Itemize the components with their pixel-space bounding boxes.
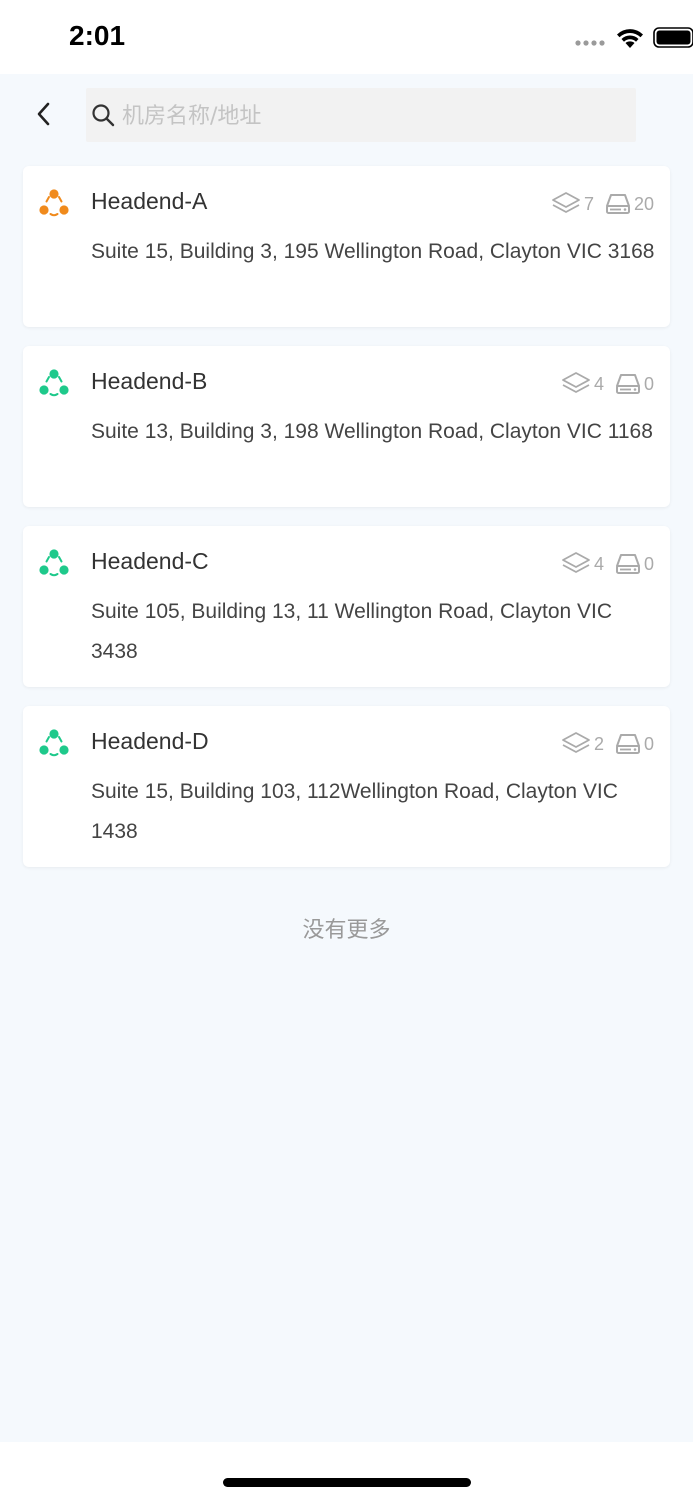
device-icon (615, 554, 640, 574)
network-status-icon (39, 189, 69, 217)
network-status-icon (39, 729, 69, 757)
layers-icon (552, 192, 580, 213)
device-icon (615, 734, 640, 754)
status-time: 2:01 (69, 20, 126, 51)
headend-address: Suite 15, Building 3, 195 Wellington Roa… (91, 240, 655, 263)
headend-stats: 2 0 (550, 728, 654, 760)
layers-count: 4 (593, 553, 604, 574)
status-bar: 2:01 (0, 0, 693, 74)
devices-stat: 0 (614, 732, 654, 756)
headend-card-d[interactable]: Headend-D 2 0 Suite 15, Building 103, 11 (23, 706, 670, 867)
devices-stat: 20 (604, 192, 654, 216)
headend-card-a[interactable]: Headend-A 7 20 Suite 15, Building 3, 195 (23, 166, 670, 327)
layers-icon (562, 552, 590, 573)
headend-address: Suite 105, Building 13, 11 Wellington Ro… (91, 600, 613, 663)
devices-count: 0 (643, 373, 654, 394)
back-button[interactable] (26, 96, 62, 132)
layers-stat: 2 (560, 730, 604, 758)
headend-stats: 4 0 (550, 548, 654, 580)
layers-count: 4 (593, 373, 604, 394)
device-icon (605, 194, 630, 214)
layers-count: 7 (583, 193, 594, 214)
network-status-icon (39, 369, 69, 397)
headend-name: Headend-C (91, 548, 209, 574)
devices-count: 0 (643, 733, 654, 754)
headend-name: Headend-B (91, 368, 208, 394)
headend-card-b[interactable]: Headend-B 4 0 Suite 13, Building 3, 198 (23, 346, 670, 507)
headend-address: Suite 13, Building 3, 198 Wellington Roa… (91, 420, 653, 443)
signal-dots-icon (575, 40, 605, 46)
battery-icon (653, 27, 693, 48)
search-icon (92, 104, 115, 127)
layers-stat: 7 (550, 190, 594, 218)
headend-address: Suite 15, Building 103, 112Wellington Ro… (91, 780, 618, 843)
device-icon (615, 374, 640, 394)
headend-stats: 7 20 (540, 188, 654, 220)
network-status-icon (39, 549, 69, 577)
no-more-label: 没有更多 (302, 918, 391, 943)
devices-count: 0 (643, 553, 654, 574)
devices-stat: 0 (614, 372, 654, 396)
devices-stat: 0 (614, 552, 654, 576)
headend-name: Headend-D (91, 728, 209, 754)
search-input[interactable] (120, 88, 624, 144)
home-indicator-area (0, 1442, 693, 1500)
headend-name: Headend-A (91, 188, 208, 214)
layers-icon (562, 732, 590, 753)
headend-stats: 4 0 (550, 368, 654, 400)
layers-stat: 4 (560, 550, 604, 578)
headend-list: Headend-A 7 20 Suite 15, Building 3, 195 (23, 166, 670, 886)
layers-icon (562, 372, 590, 393)
devices-count: 20 (633, 193, 654, 214)
layers-count: 2 (593, 733, 604, 754)
wifi-icon (617, 29, 643, 48)
headend-card-c[interactable]: Headend-C 4 0 Suite 105, Building 13, 11 (23, 526, 670, 687)
chevron-left-icon (37, 102, 50, 126)
home-indicator[interactable] (223, 1478, 471, 1487)
header (0, 74, 693, 154)
layers-stat: 4 (560, 370, 604, 398)
search-box[interactable] (86, 88, 636, 144)
